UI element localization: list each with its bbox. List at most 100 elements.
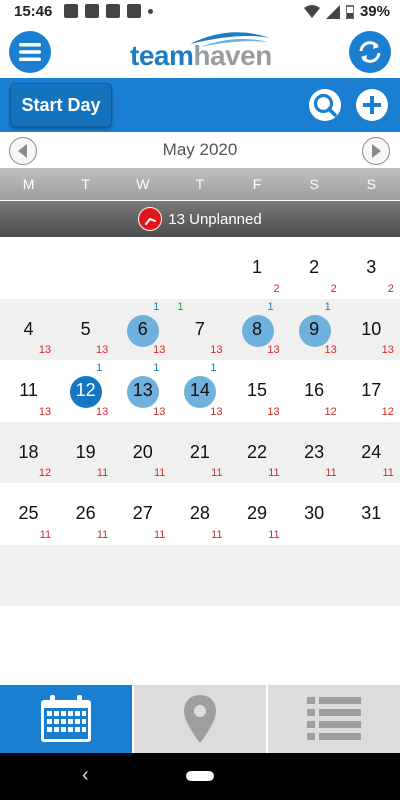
unplanned-count: 13 (381, 344, 394, 356)
battery-level: 39% (359, 3, 390, 20)
calendar-day-cell[interactable]: 14 1 13 (171, 360, 228, 422)
calendar-day-cell[interactable]: 20 11 (114, 422, 171, 484)
calendar-day-cell[interactable]: 29 11 (229, 483, 286, 545)
day-number: 8 (252, 318, 263, 339)
calendar-day-cell[interactable]: 7 1 13 (171, 299, 228, 361)
next-month-button[interactable] (362, 137, 390, 165)
calendar-day-cell[interactable]: 13 1 13 (114, 360, 171, 422)
calendar-day-cell[interactable]: 30 (286, 483, 343, 545)
unplanned-count: 2 (387, 282, 394, 295)
calendar-day-cell[interactable]: 12 (229, 237, 286, 299)
calendar-day-cell[interactable]: 27 11 (114, 483, 171, 545)
search-icon[interactable] (308, 88, 342, 122)
news-notification-icon (127, 4, 141, 18)
calendar-day-cell[interactable]: 22 (286, 237, 343, 299)
calendar-day-cell[interactable]: 10 13 (343, 299, 400, 361)
calendar-day-cell[interactable]: 19 11 (57, 422, 114, 484)
calendar-day-cell[interactable]: 28 11 (171, 483, 228, 545)
calendar-week-row: 4 13 5 13 6 1 13 7 1 13 8 1 13 9 1 13 10 13 (0, 298, 400, 361)
home-pill[interactable] (186, 771, 214, 781)
calendar-day-cell[interactable]: 5 13 (57, 299, 114, 361)
chevron-right-icon (372, 144, 381, 158)
calendar-day-cell[interactable]: 16 12 (286, 360, 343, 422)
planned-count: 1 (96, 362, 103, 374)
calendar-day-cell[interactable]: 18 12 (0, 422, 57, 484)
sync-icon (359, 41, 381, 63)
day-number: 17 (361, 380, 382, 400)
planned-count: 1 (267, 300, 274, 313)
day-number: 24 (361, 441, 382, 462)
calendar-day-cell[interactable]: 25 11 (0, 483, 57, 545)
unplanned-count: 13 (153, 344, 166, 356)
calendar-empty-cell (0, 237, 57, 299)
month-navigation: May 2020 (0, 134, 400, 168)
day-number: 16 (304, 380, 325, 400)
unplanned-text: 13 Unplanned (168, 210, 262, 228)
day-number: 15 (247, 380, 268, 400)
unplanned-count: 13 (96, 344, 109, 356)
unplanned-count: 13 (38, 405, 52, 418)
day-number: 7 (194, 318, 205, 339)
status-time: 15:46 (14, 3, 53, 20)
unplanned-count: 12 (324, 405, 337, 418)
tab-list[interactable] (266, 685, 400, 753)
signal-icon (325, 4, 340, 19)
day-number: 9 (309, 318, 320, 339)
calendar-day-cell[interactable]: 31 (343, 483, 400, 545)
back-icon[interactable]: ‹ (82, 764, 89, 787)
calendar-day-cell[interactable]: 11 13 (0, 360, 57, 422)
logo-haven: haven (193, 40, 272, 71)
weekday-label: M (22, 176, 35, 192)
teamhaven-logo: teamhaven (130, 32, 280, 74)
weekday-label: S (309, 176, 319, 192)
calendar-day-cell[interactable]: 26 11 (57, 483, 114, 545)
calendar-day-cell[interactable]: 8 1 13 (229, 299, 286, 361)
unplanned-count: 11 (153, 467, 166, 479)
calendar-day-cell[interactable]: 23 11 (286, 422, 343, 484)
day-number: 31 (361, 503, 382, 523)
unplanned-bar[interactable]: 13 Unplanned (0, 201, 400, 237)
calendar-day-cell[interactable]: 32 (343, 237, 400, 299)
calendar-day-cell[interactable]: 17 12 (343, 360, 400, 422)
calendar-week-row: 122232 (0, 237, 400, 299)
weekday-label: W (136, 176, 150, 192)
unplanned-count: 11 (96, 528, 109, 541)
calendar-day-cell[interactable]: 24 11 (343, 422, 400, 484)
tab-calendar[interactable] (0, 685, 132, 753)
calendar-day-cell[interactable]: 15 13 (229, 360, 286, 422)
menu-button[interactable] (9, 31, 51, 73)
sync-button[interactable] (349, 31, 391, 73)
calendar-day-cell[interactable]: 6 1 13 (114, 299, 171, 361)
app-notification-icon (85, 4, 99, 18)
calendar-day-cell[interactable]: 12 1 13 (57, 360, 114, 422)
calendar-day-cell[interactable]: 22 11 (229, 422, 286, 484)
add-icon[interactable] (355, 88, 389, 122)
wifi-icon (303, 4, 320, 18)
start-day-button[interactable]: Start Day (10, 83, 112, 127)
system-navigation-bar: ‹ (0, 753, 400, 800)
system-status: 39% (303, 3, 390, 20)
day-number: 20 (132, 441, 153, 462)
calendar-day-cell[interactable]: 9 1 13 (286, 299, 343, 361)
unplanned-count: 13 (267, 344, 280, 356)
unplanned-count: 11 (382, 467, 394, 479)
day-number: 21 (189, 441, 210, 462)
month-title: May 2020 (162, 140, 238, 159)
calendar-day-cell[interactable]: 4 13 (0, 299, 57, 361)
calendar-week-row: 25 11 26 11 27 11 28 11 29 11 30 31 (0, 483, 400, 545)
day-number: 4 (23, 318, 34, 339)
planned-count: 1 (324, 300, 331, 313)
day-number: 2 (309, 257, 320, 277)
calendar-empty-row (0, 544, 400, 606)
logo-text: teamhaven (130, 40, 272, 72)
day-number: 18 (18, 441, 39, 462)
tab-map[interactable] (132, 685, 266, 753)
unplanned-count: 12 (381, 405, 394, 418)
planned-count: 1 (153, 300, 160, 313)
unplanned-count: 11 (39, 528, 52, 541)
unplanned-count: 13 (38, 344, 52, 356)
more-notifications-icon (148, 8, 153, 14)
calendar-day-cell[interactable]: 21 11 (171, 422, 228, 484)
calendar-week-row: 18 12 19 11 20 11 21 11 22 11 23 11 24 11 (0, 421, 400, 484)
weekday-label: S (366, 176, 376, 192)
